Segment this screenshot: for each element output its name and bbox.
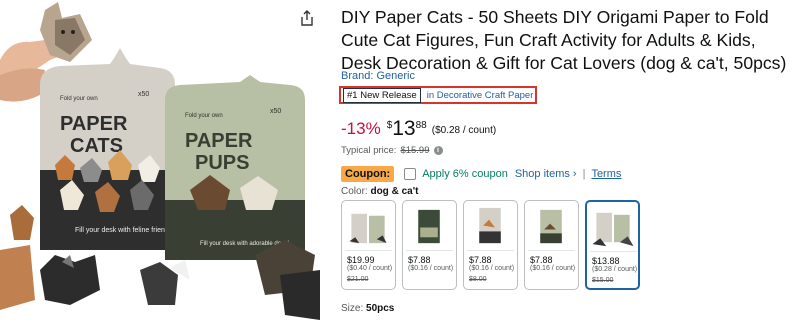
product-image-art: Fold your own x50 PAPER CATS Fill your d… bbox=[0, 2, 320, 320]
box1-x50: x50 bbox=[138, 91, 149, 98]
swatch-option[interactable]: $7.88 ($0.16 / count) bbox=[524, 200, 579, 290]
price-row: -13% $ 13 88 ($0.28 / count) bbox=[341, 118, 496, 140]
swatch-price: $13.88 bbox=[592, 256, 620, 266]
swatch-price: $7.88 bbox=[469, 255, 492, 265]
info-icon[interactable]: i bbox=[433, 146, 443, 155]
price-per-unit: ($0.28 / count) bbox=[431, 125, 497, 136]
swatch-thumbnail bbox=[590, 212, 637, 252]
typical-price-value: $15.99 bbox=[400, 145, 430, 156]
swatch-unit-price: ($0.28 / count) bbox=[592, 266, 638, 273]
box1-big1: PAPER bbox=[60, 113, 128, 135]
swatch-unit-price: ($0.16 / count) bbox=[530, 265, 576, 272]
typical-price-label: Typical price: bbox=[341, 145, 397, 156]
size-label: Size: bbox=[341, 303, 364, 314]
box2-big1: PAPER bbox=[185, 130, 253, 152]
color-value: dog & ca't bbox=[370, 186, 419, 197]
swatch-list-price: $15.00 bbox=[592, 277, 614, 284]
swatch-unit-price: ($0.16 / count) bbox=[408, 265, 454, 272]
swatch-list-price: $8.00 bbox=[469, 276, 487, 283]
shop-items-link[interactable]: Shop items › bbox=[515, 168, 577, 180]
box2-big2: PUPS bbox=[195, 152, 249, 174]
coupon-checkbox[interactable] bbox=[404, 168, 417, 180]
coupon-row: Coupon: Apply 6% coupon Shop items › | T… bbox=[341, 166, 621, 182]
product-title: DIY Paper Cats - 50 Sheets DIY Origami P… bbox=[341, 7, 787, 73]
paper-cats-box: Fold your own x50 PAPER CATS Fill your d… bbox=[40, 48, 175, 250]
box1-top: Fold your own bbox=[60, 96, 98, 102]
color-label: Color: bbox=[341, 186, 368, 197]
terms-link[interactable]: Terms bbox=[591, 168, 621, 180]
swatch-option[interactable]: $19.99 ($0.40 / count) $21.00 bbox=[341, 200, 396, 290]
coupon-text[interactable]: Apply 6% coupon bbox=[422, 168, 508, 180]
price-fraction: 88 bbox=[415, 120, 427, 131]
size-value: 50pcs bbox=[366, 303, 395, 314]
paper-pups-box: Fold your own x50 PAPER PUPS Fill your d… bbox=[165, 75, 305, 260]
new-release-badge[interactable]: #1 New Release bbox=[343, 87, 421, 103]
box1-big2: CATS bbox=[70, 135, 123, 157]
swatch-unit-price: ($0.16 / count) bbox=[469, 265, 515, 272]
swatch-price: $19.99 bbox=[347, 255, 375, 265]
color-row: Color: dog & ca't bbox=[341, 186, 418, 197]
discount-percent: -13% bbox=[341, 119, 381, 138]
box1-footer: Fill your desk with feline friends bbox=[75, 227, 173, 234]
swatch-unit-price: ($0.40 / count) bbox=[347, 265, 393, 272]
swatch-option[interactable]: $7.88 ($0.16 / count) bbox=[402, 200, 457, 290]
swatch-thumbnail bbox=[467, 207, 514, 251]
swatch-option-selected[interactable]: $13.88 ($0.28 / count) $15.00 bbox=[585, 200, 640, 290]
new-release-badge-group: #1 New Release in Decorative Craft Paper bbox=[339, 86, 538, 104]
typical-price-row: Typical price: $15.99 i bbox=[341, 145, 443, 156]
swatch-thumbnail bbox=[528, 209, 575, 251]
swatch-thumbnail bbox=[406, 209, 453, 251]
color-swatches: $19.99 ($0.40 / count) $21.00 $7.88 ($0.… bbox=[341, 200, 640, 290]
coupon-separator: | bbox=[582, 168, 586, 180]
share-icon[interactable] bbox=[300, 10, 314, 26]
swatch-price: $7.88 bbox=[408, 255, 431, 265]
swatch-price: $7.88 bbox=[530, 255, 553, 265]
product-image[interactable]: Fold your own x50 PAPER CATS Fill your d… bbox=[0, 0, 320, 325]
brand-link[interactable]: Brand: Generic bbox=[341, 70, 415, 82]
swatch-option[interactable]: $7.88 ($0.16 / count) $8.00 bbox=[463, 200, 518, 290]
swatch-thumbnail bbox=[345, 213, 392, 251]
price-whole: 13 bbox=[392, 117, 416, 140]
swatch-list-price: $21.00 bbox=[347, 276, 369, 283]
badge-category-link[interactable]: in Decorative Craft Paper bbox=[427, 90, 534, 101]
coupon-label: Coupon: bbox=[341, 166, 395, 182]
size-row: Size: 50pcs bbox=[341, 303, 394, 314]
box2-top: Fold your own bbox=[185, 113, 223, 119]
box2-x50: x50 bbox=[270, 108, 281, 115]
